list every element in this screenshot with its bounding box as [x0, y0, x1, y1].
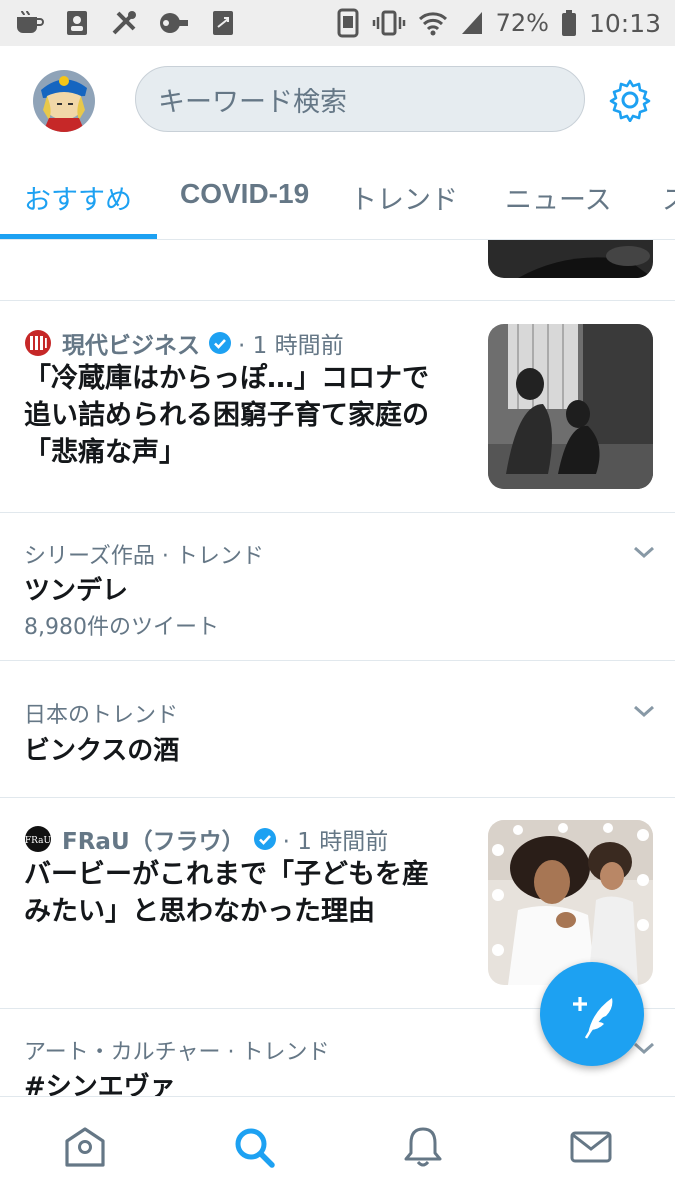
divider	[0, 660, 675, 661]
trend-category: アート・カルチャー · トレンド	[24, 1040, 330, 1065]
news-time: · 1 時間前	[238, 333, 344, 359]
svg-text:FRaU: FRaU	[25, 836, 52, 846]
status-bar: 72% 10:13	[0, 0, 675, 46]
active-tab-indicator	[0, 234, 157, 239]
chevron-down-icon[interactable]	[632, 703, 656, 719]
news-headline: 「冷蔵庫はからっぽ…」コロナで 追い詰められる困窮子育て家庭の 「悲痛な声」	[24, 363, 429, 468]
trend-tweet-count: 8,980件のツイート	[24, 615, 219, 640]
phone-icon	[337, 8, 359, 38]
messages-icon[interactable]	[569, 1125, 613, 1169]
news-source-row: 現代ビジネス · 1 時間前	[24, 326, 344, 360]
tab-news[interactable]: ニュース	[505, 178, 612, 217]
news-source-row: FRaU FRaU（フラウ） · 1 時間前	[24, 822, 388, 856]
news-time: · 1 時間前	[282, 829, 389, 855]
news-headline: バービーがこれまで「子どもを産 みたい」と思わなかった理由	[24, 859, 429, 927]
tab-recommended[interactable]: おすすめ	[24, 178, 132, 217]
divider	[0, 797, 675, 798]
key-notification-icon	[160, 13, 188, 33]
cup-notification-icon	[17, 10, 44, 33]
trend-title: ビンクスの酒	[24, 736, 180, 766]
battery-percent: 72%	[495, 9, 549, 37]
bottom-navigation	[0, 1096, 675, 1200]
contacts-notification-icon	[67, 11, 87, 35]
search-placeholder: キーワード検索	[158, 86, 347, 118]
gendai-business-logo-icon	[25, 330, 51, 356]
verified-badge-icon	[209, 332, 231, 354]
compose-tweet-icon	[573, 997, 613, 1039]
trend-category: 日本のトレンド	[24, 703, 179, 728]
signal-icon	[461, 12, 482, 34]
news-source-name: 現代ビジネス	[62, 333, 200, 359]
tab-sports[interactable]: ス	[662, 178, 675, 217]
previous-item-thumbnail[interactable]	[488, 240, 653, 278]
settings-gear-icon[interactable]	[608, 78, 652, 122]
search-input[interactable]: キーワード検索	[135, 66, 585, 132]
news-thumbnail	[488, 324, 653, 489]
divider	[0, 300, 675, 301]
tools-notification-icon	[112, 11, 136, 35]
tab-covid-19[interactable]: COVID-19	[180, 178, 309, 210]
battery-icon	[561, 10, 576, 36]
clock: 10:13	[588, 8, 661, 38]
compose-tweet-button[interactable]	[540, 962, 644, 1066]
frau-logo-icon: FRaU	[25, 826, 52, 852]
app-header: キーワード検索	[0, 46, 675, 150]
tab-trends[interactable]: トレンド	[350, 178, 458, 217]
news-source-name: FRaU（フラウ）	[62, 829, 245, 855]
explore-tabs: おすすめ COVID-19 トレンド ニュース ス	[0, 150, 675, 240]
home-icon[interactable]	[63, 1125, 107, 1169]
sync-notification-icon	[213, 11, 233, 35]
vibrate-icon	[372, 10, 405, 36]
avatar[interactable]	[33, 70, 95, 132]
chevron-down-icon[interactable]	[632, 544, 656, 560]
notifications-icon[interactable]	[401, 1125, 445, 1169]
search-icon[interactable]	[232, 1125, 276, 1169]
trend-category: シリーズ作品 · トレンド	[24, 544, 264, 569]
trend-title: ツンデレ	[24, 576, 129, 606]
divider	[0, 512, 675, 513]
verified-badge-icon	[253, 828, 276, 850]
wifi-icon	[418, 12, 447, 36]
news-thumbnail	[488, 820, 653, 985]
